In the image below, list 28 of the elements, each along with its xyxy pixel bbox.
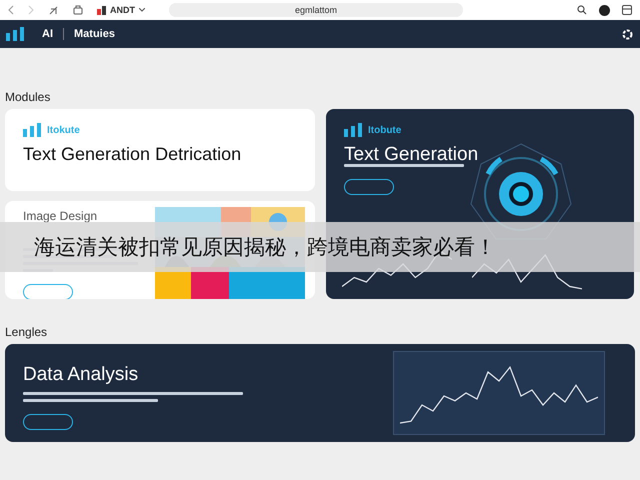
- module-tag: Itobute: [368, 124, 402, 136]
- bar-chart-icon: [6, 27, 24, 41]
- module-tag: Itokute: [47, 124, 80, 136]
- brand-label[interactable]: AI: [42, 28, 53, 40]
- nav-item[interactable]: Matuies: [74, 28, 115, 40]
- profile-name[interactable]: ANDT: [110, 5, 135, 15]
- account-icon[interactable]: [599, 4, 610, 16]
- profile-icon: [97, 6, 106, 14]
- back-icon[interactable]: [8, 5, 14, 15]
- card-title: Text Generation Detrication: [23, 145, 242, 164]
- section-heading: Modules: [5, 90, 52, 104]
- tabs-icon[interactable]: [622, 5, 632, 15]
- bar-chart-icon: [23, 123, 41, 137]
- pill-button[interactable]: [23, 414, 73, 430]
- module-card[interactable]: Data Analysis: [5, 344, 635, 442]
- settings-icon[interactable]: [621, 28, 634, 40]
- bag-icon[interactable]: [73, 5, 83, 15]
- card-title: Data Analysis: [23, 364, 140, 384]
- caret-icon[interactable]: [139, 8, 145, 12]
- card-title: Image Design: [23, 208, 98, 225]
- share-icon[interactable]: [48, 4, 59, 16]
- pill-button[interactable]: [344, 179, 394, 195]
- address-field[interactable]: egmlattom: [169, 3, 463, 17]
- search-icon[interactable]: [577, 5, 587, 15]
- bar-chart-icon: [344, 123, 362, 137]
- card-title: Text Generation: [344, 145, 480, 164]
- module-card[interactable]: Itokute Text Generation Detrication: [5, 109, 315, 191]
- section-heading: Lengles: [5, 325, 48, 339]
